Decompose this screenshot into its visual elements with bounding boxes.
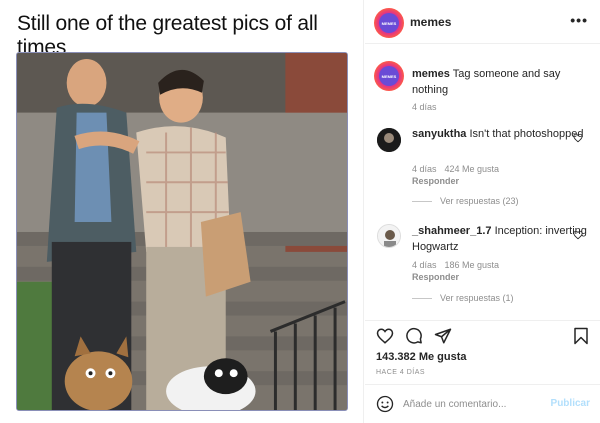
view-replies-label: Ver respuestas (1)	[440, 293, 514, 303]
comment-meta: 4 días 186 Me gusta Responder	[412, 259, 507, 283]
publish-button[interactable]: Publicar	[551, 398, 590, 409]
view-replies-button[interactable]: Ver respuestas (23)	[412, 196, 519, 206]
comment-text: Isn't that photoshopped	[469, 128, 584, 140]
replies-divider	[412, 200, 432, 202]
post-actions: 143.382 Me gusta HACE 4 DÍAS	[365, 320, 600, 382]
post-username[interactable]: memes	[410, 15, 451, 29]
caption-avatar-label: MEMES	[379, 66, 399, 86]
comment-text-block: sanyuktha Isn't that photoshopped	[412, 126, 592, 142]
caption-time: 4 días	[412, 102, 437, 112]
meme-photo[interactable]	[16, 52, 348, 411]
reply-button[interactable]: Responder	[412, 175, 499, 187]
comment-meta: 4 días 424 Me gusta Responder	[412, 163, 507, 187]
post-caption: memes Tag someone and say nothing	[412, 66, 592, 98]
post-media: Still one of the greatest pics of all ti…	[0, 0, 364, 423]
comment-avatar-photo	[378, 225, 400, 247]
view-replies-label: Ver respuestas (23)	[440, 196, 519, 206]
emoji-icon[interactable]	[376, 395, 394, 413]
comment-avatar[interactable]	[377, 128, 401, 152]
comment-time: 4 días	[412, 260, 437, 270]
comment-like-heart-icon[interactable]	[573, 230, 583, 240]
comment-likes[interactable]: 424 Me gusta	[445, 164, 500, 174]
meme-photo-illustration	[17, 53, 347, 410]
comment-text-block: _shahmeer_1.7 Inception: inverting Hogwa…	[412, 223, 592, 255]
comment-avatar[interactable]	[377, 224, 401, 248]
comment-input[interactable]	[403, 395, 543, 413]
post-panel: MEMES memes ••• MEMES memes Tag someone …	[365, 0, 600, 423]
share-icon[interactable]	[434, 327, 452, 345]
comment-username[interactable]: sanyuktha	[412, 128, 466, 140]
comments-section: MEMES memes Tag someone and say nothing …	[365, 44, 600, 320]
caption-avatar[interactable]: MEMES	[374, 61, 404, 91]
view-replies-button[interactable]: Ver respuestas (1)	[412, 293, 514, 303]
avatar-label: MEMES	[379, 13, 399, 33]
heart-icon[interactable]	[376, 327, 394, 345]
comment-icon[interactable]	[405, 327, 423, 345]
comment-time: 4 días	[412, 164, 437, 174]
comment-likes[interactable]: 186 Me gusta	[445, 260, 500, 270]
reply-button[interactable]: Responder	[412, 271, 499, 283]
bookmark-icon[interactable]	[572, 327, 590, 345]
caption-username[interactable]: memes	[412, 68, 450, 80]
comment-like-heart-icon[interactable]	[573, 133, 583, 143]
post-date: HACE 4 DÍAS	[376, 369, 426, 376]
comment-username[interactable]: _shahmeer_1.7	[412, 225, 492, 237]
add-comment-bar: Publicar	[365, 384, 600, 423]
comment-avatar-photo	[377, 128, 401, 152]
replies-divider	[412, 297, 432, 299]
more-options-icon[interactable]: •••	[570, 12, 588, 28]
likes-count[interactable]: 143.382 Me gusta	[376, 351, 467, 363]
memes-avatar[interactable]: MEMES	[374, 8, 404, 38]
post-header: MEMES memes •••	[365, 0, 600, 44]
